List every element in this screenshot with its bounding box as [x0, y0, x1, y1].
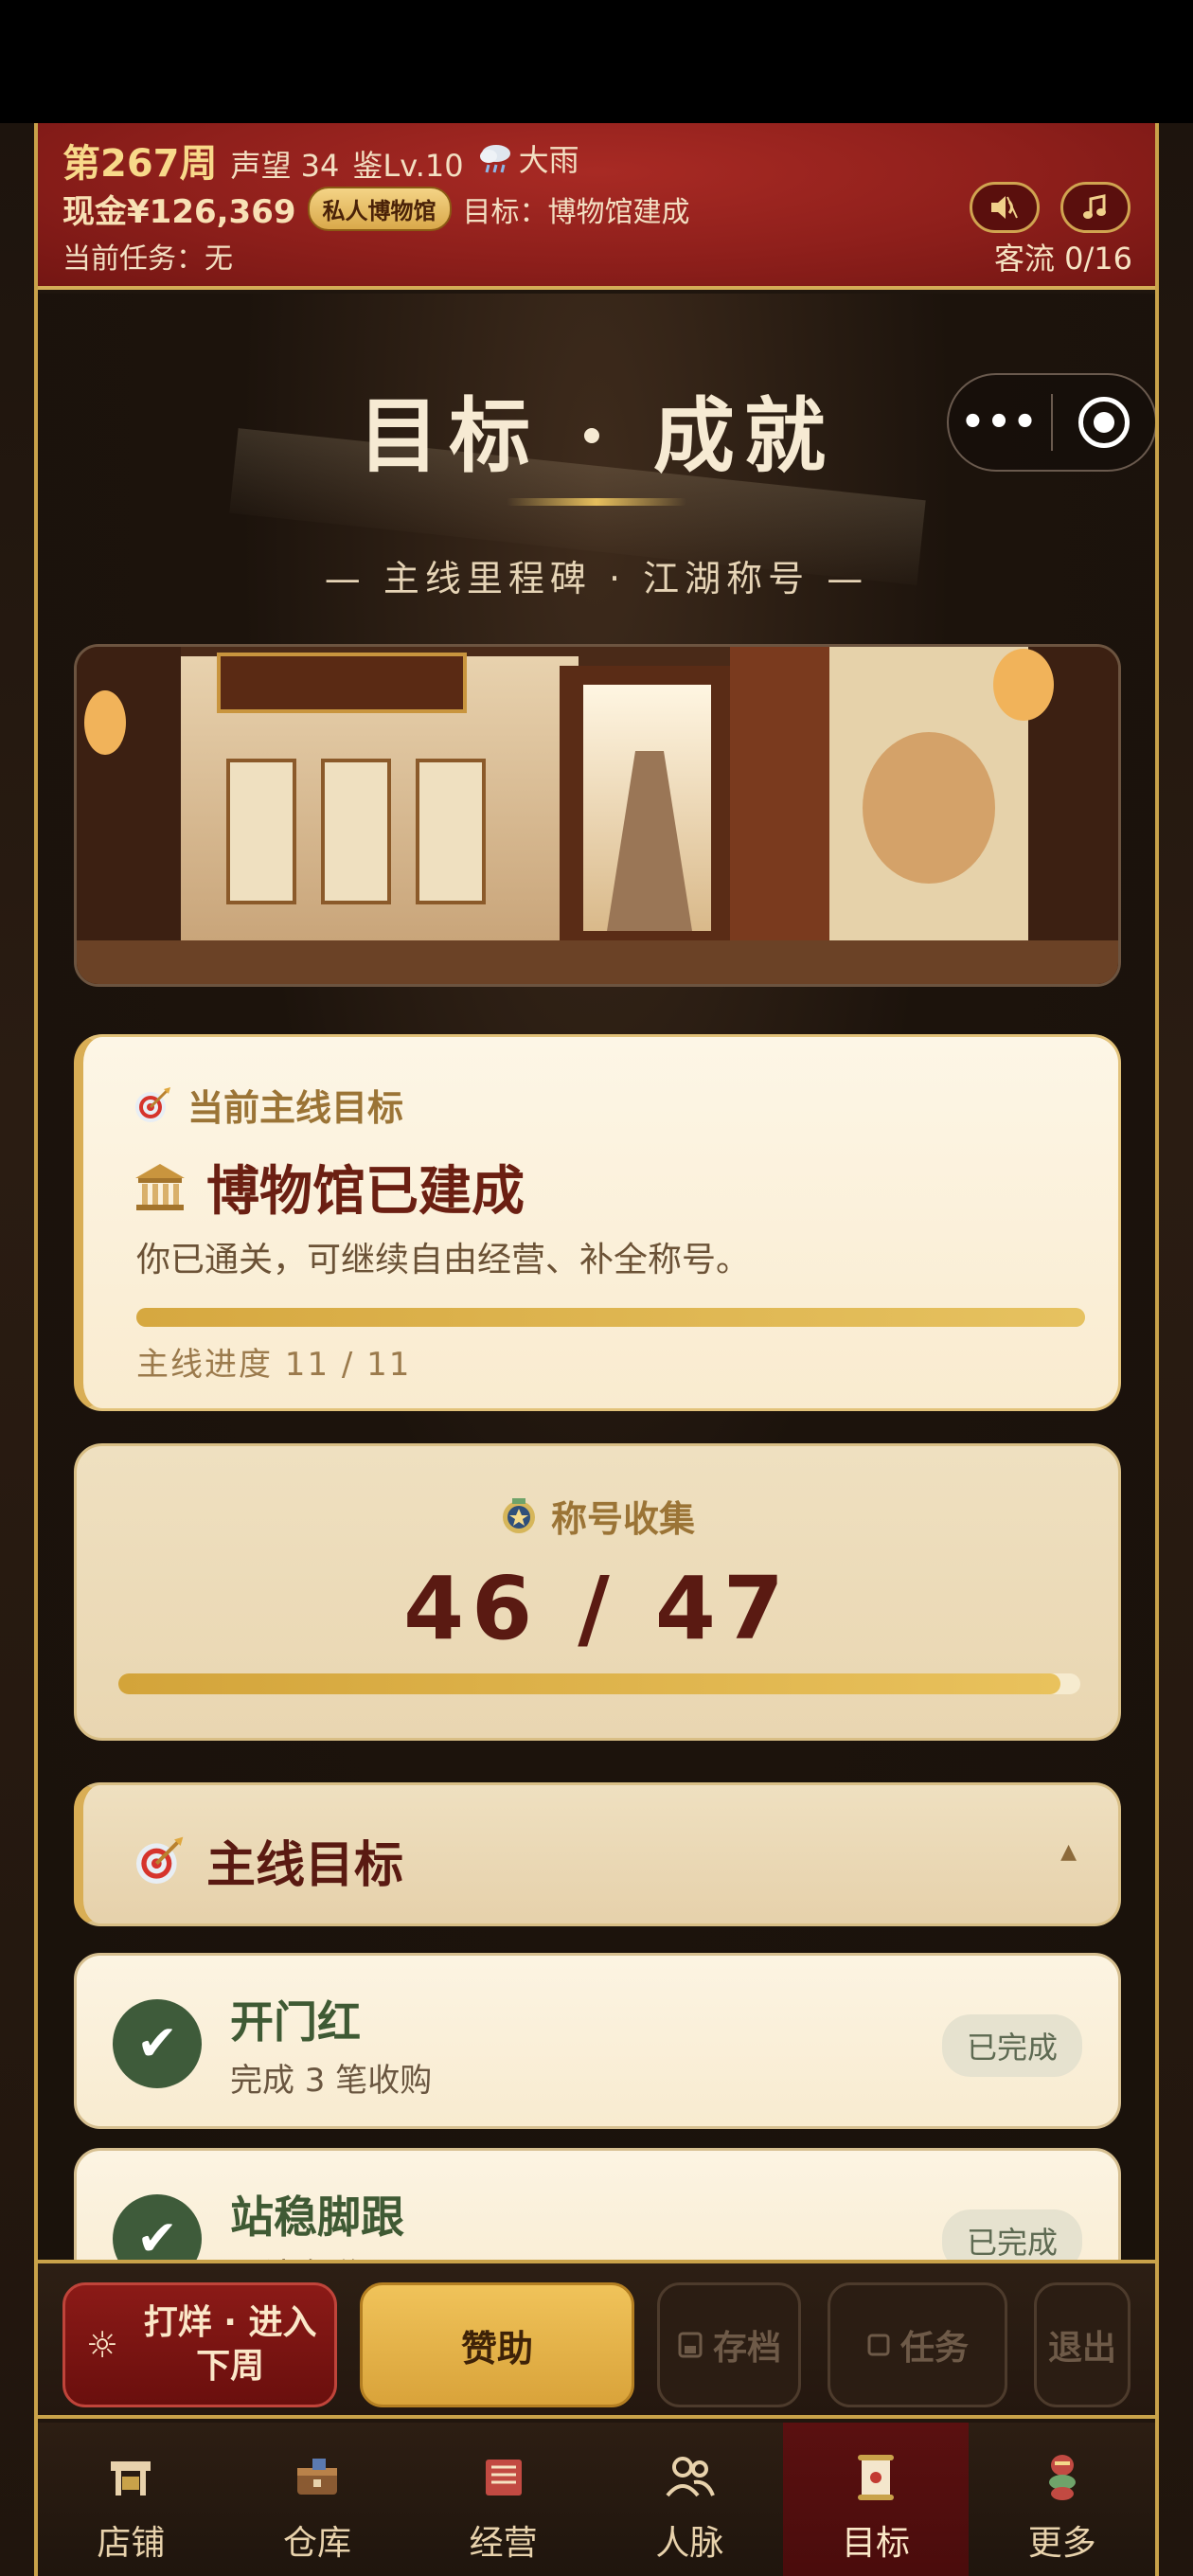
dart-target-icon: [136, 1836, 184, 1884]
main-goals-title: 主线目标: [206, 1836, 404, 1894]
close-miniprogram-button[interactable]: [1053, 397, 1155, 448]
tab-more[interactable]: 更多: [969, 2423, 1155, 2576]
dart-target-icon: [135, 1086, 170, 1122]
save-label: 存档: [712, 2329, 781, 2368]
top-hud: 第267周 声望 34 鉴Lv.10 大雨 现金¥126,369 私人博物馆 目…: [38, 123, 1155, 290]
museum-building-icon: [135, 1163, 185, 1210]
tab-business[interactable]: 经营: [410, 2423, 596, 2576]
task-button[interactable]: 任务: [828, 2282, 1007, 2407]
main-goals-heading: 主线目标: [133, 1825, 403, 1896]
tab-label: 店铺: [97, 2524, 166, 2563]
milestone-name: 站稳脚跟: [230, 2191, 404, 2243]
tab-warehouse[interactable]: 仓库: [224, 2423, 411, 2576]
tab-label: 经营: [469, 2524, 538, 2563]
milestone-detail: 完成 3 笔收购: [230, 2062, 433, 2100]
task-label: 任务: [899, 2329, 969, 2368]
current-task: 当前任务：无: [62, 242, 233, 276]
main-progress-text: 主线进度 11 / 11: [136, 1346, 412, 1384]
title-underline: [507, 498, 686, 506]
sponsor-button[interactable]: 赞助: [360, 2282, 634, 2407]
people-icon: [661, 2451, 718, 2504]
hud-goal: 目标：博物馆建成: [462, 195, 690, 229]
appraisal-level: 鉴Lv.10: [352, 148, 464, 184]
tab-label: 人脉: [655, 2524, 724, 2563]
museum-hall-scene: [77, 647, 1118, 984]
fame-value: 声望 34: [230, 148, 340, 184]
hud-row-cash: 现金¥126,369 私人博物馆 目标：博物馆建成: [62, 186, 690, 232]
current-goal-title: 博物馆已建成: [206, 1160, 525, 1223]
tab-label: 更多: [1027, 2524, 1096, 2563]
target-ring-icon: [1077, 397, 1130, 448]
milestone-item[interactable]: ✔ 开门红 完成 3 笔收购 已完成: [74, 1953, 1121, 2129]
exit-button[interactable]: 退出: [1034, 2282, 1131, 2407]
weather-label: 大雨: [518, 142, 579, 178]
tab-label: 目标: [842, 2524, 911, 2563]
current-goal-headline: 博物馆已建成: [133, 1149, 525, 1225]
task-checkbox-icon: [867, 2334, 890, 2356]
current-goal-label-text: 当前主线目标: [187, 1087, 404, 1129]
medal-badge-icon: [502, 1497, 535, 1533]
scroll-icon: [847, 2451, 904, 2504]
weather-display: 大雨: [477, 136, 579, 180]
action-bar: ☼ 打烊 · 进入下周 赞助 存档 任务 退出: [38, 2260, 1155, 2419]
status-bar: [0, 0, 1193, 123]
hud-row-stats: 第267周 声望 34 鉴Lv.10 大雨: [62, 133, 579, 188]
save-button[interactable]: 存档: [657, 2282, 801, 2407]
title-collection-card[interactable]: 称号收集 46 / 47: [74, 1443, 1121, 1741]
tab-label: 仓库: [283, 2524, 352, 2563]
tab-goals[interactable]: 目标: [782, 2423, 970, 2576]
sun-icon: ☼: [86, 2324, 119, 2366]
week-counter: 第267周: [62, 142, 218, 186]
music-toggle-button[interactable]: [1060, 182, 1131, 233]
more-options-button[interactable]: •••: [949, 401, 1051, 444]
current-goal-card: 当前主线目标 博物馆已建成 你已通关，可继续自由经营、补全称号。 主线进度 11…: [74, 1034, 1121, 1411]
title-collection-count: 46 / 47: [403, 1558, 792, 1659]
title-collection-label-text: 称号收集: [550, 1498, 695, 1540]
title-progress-bar: [118, 1673, 1080, 1694]
next-week-button[interactable]: ☼ 打烊 · 进入下周: [62, 2282, 337, 2407]
save-disk-icon: [678, 2332, 703, 2358]
more-icon: [1034, 2451, 1091, 2504]
bottom-tab-bar: 店铺 仓库 经营 人脉 目标 更多: [38, 2423, 1155, 2576]
customer-traffic: 客流 0/16: [993, 241, 1132, 277]
museum-badge: 私人博物馆: [307, 187, 452, 231]
miniprogram-capsule: •••: [947, 373, 1157, 472]
shop-icon: [102, 2451, 159, 2504]
museum-hall-illustration: [74, 644, 1121, 987]
page-subtitle: — 主线里程碑 · 江湖称号 —: [324, 558, 869, 599]
milestone-name: 开门红: [230, 1996, 361, 2048]
speaker-icon: [991, 196, 1018, 219]
cash-value: 现金¥126,369: [62, 193, 296, 231]
warehouse-icon: [289, 2451, 346, 2504]
tab-shop[interactable]: 店铺: [38, 2423, 224, 2576]
collapse-caret-icon: ▲: [1060, 1840, 1077, 1864]
current-goal-label: 当前主线目标: [133, 1079, 403, 1131]
ledger-icon: [475, 2451, 532, 2504]
completed-badge: 已完成: [941, 2014, 1082, 2077]
sound-toggle-button[interactable]: [970, 182, 1040, 233]
music-note-icon: [1083, 194, 1106, 219]
checkmark-icon: ✔: [113, 1999, 202, 2088]
tab-contacts[interactable]: 人脉: [596, 2423, 783, 2576]
main-progress-bar: [136, 1308, 1085, 1327]
main-progress-fill: [136, 1308, 1085, 1327]
title-progress-fill: [118, 1673, 1060, 1694]
main-goals-section-toggle[interactable]: 主线目标 ▲: [74, 1782, 1121, 1926]
current-goal-description: 你已通关，可继续自由经营、补全称号。: [136, 1241, 751, 1279]
title-collection-label: 称号收集: [77, 1490, 1118, 1542]
rain-cloud-icon: [479, 145, 510, 173]
next-week-label: 打烊 · 进入下周: [143, 2303, 317, 2386]
